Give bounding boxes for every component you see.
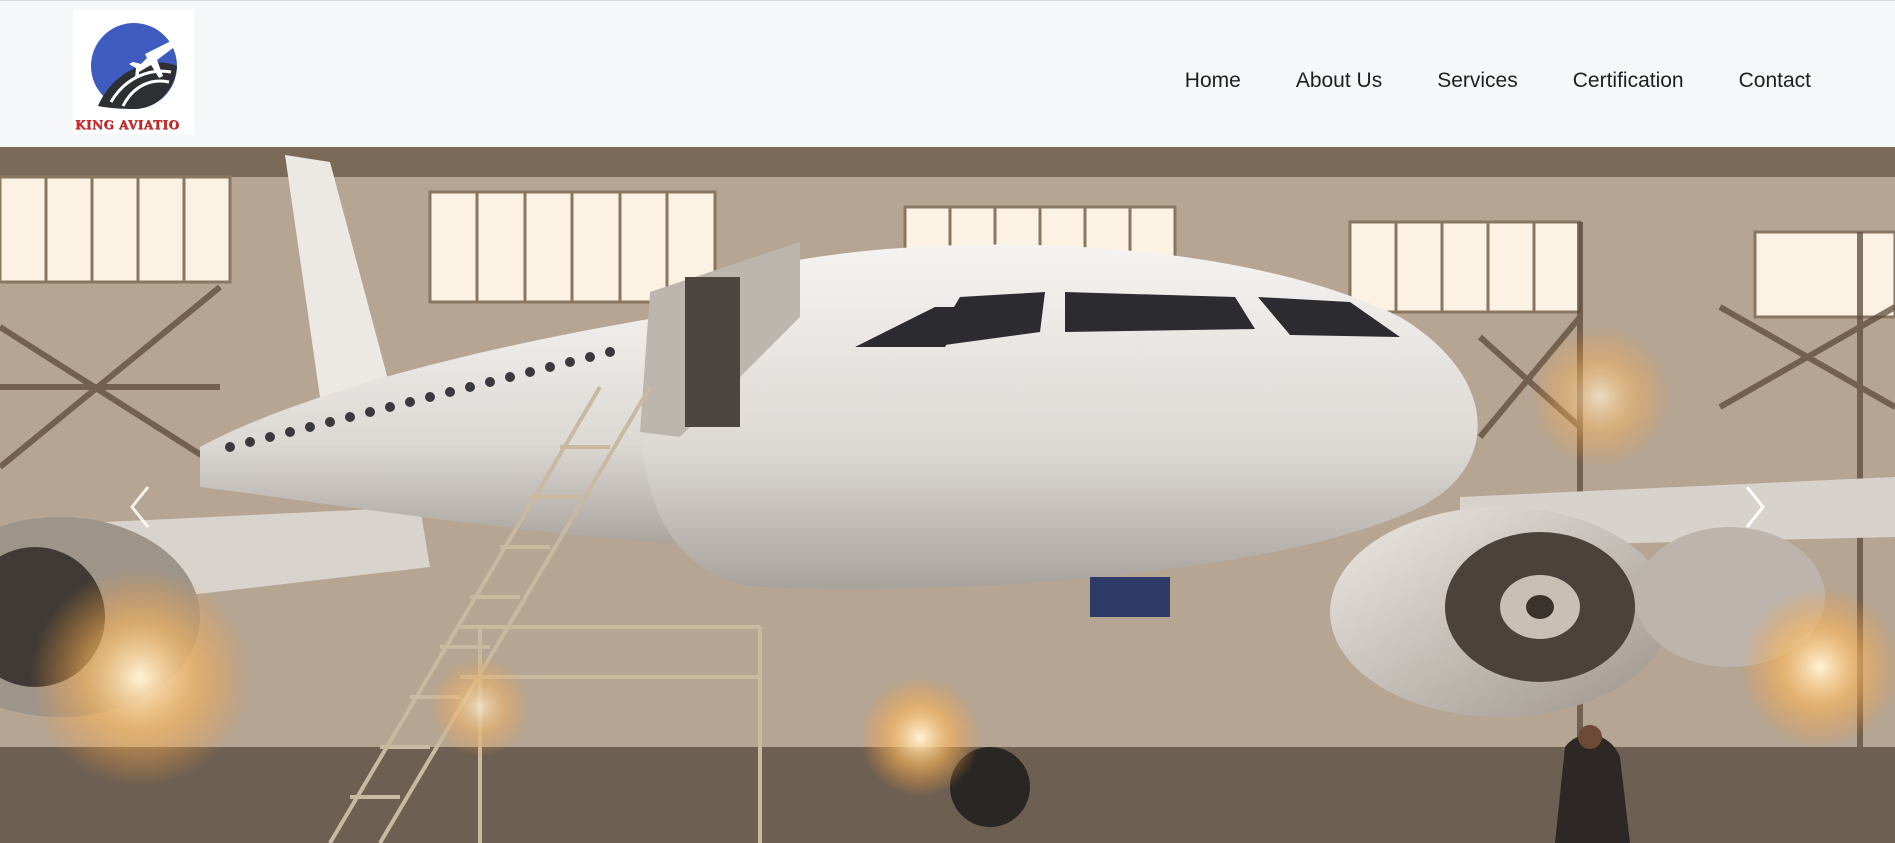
chevron-right-icon	[1745, 486, 1765, 528]
nav-certification[interactable]: Certification	[1573, 61, 1684, 101]
nav-about-us[interactable]: About Us	[1296, 61, 1382, 101]
nav-home[interactable]: Home	[1185, 61, 1241, 101]
chevron-left-icon	[130, 486, 150, 528]
nav-contact[interactable]: Contact	[1739, 61, 1811, 101]
aircraft-hangar-image	[0, 147, 1895, 843]
brand-logo[interactable]: KING AVIATIO	[73, 10, 194, 134]
plane-globe-logo-icon	[91, 23, 181, 109]
main-nav: Home About Us Services Certification Con…	[1130, 61, 1811, 101]
hero-slider	[0, 147, 1895, 843]
site-header: KING AVIATIO Home About Us Services Cert…	[0, 0, 1895, 147]
slider-prev-button[interactable]	[120, 477, 160, 537]
logo-text: KING AVIATIO	[75, 118, 180, 132]
nav-services[interactable]: Services	[1437, 61, 1518, 101]
slider-next-button[interactable]	[1735, 477, 1775, 537]
